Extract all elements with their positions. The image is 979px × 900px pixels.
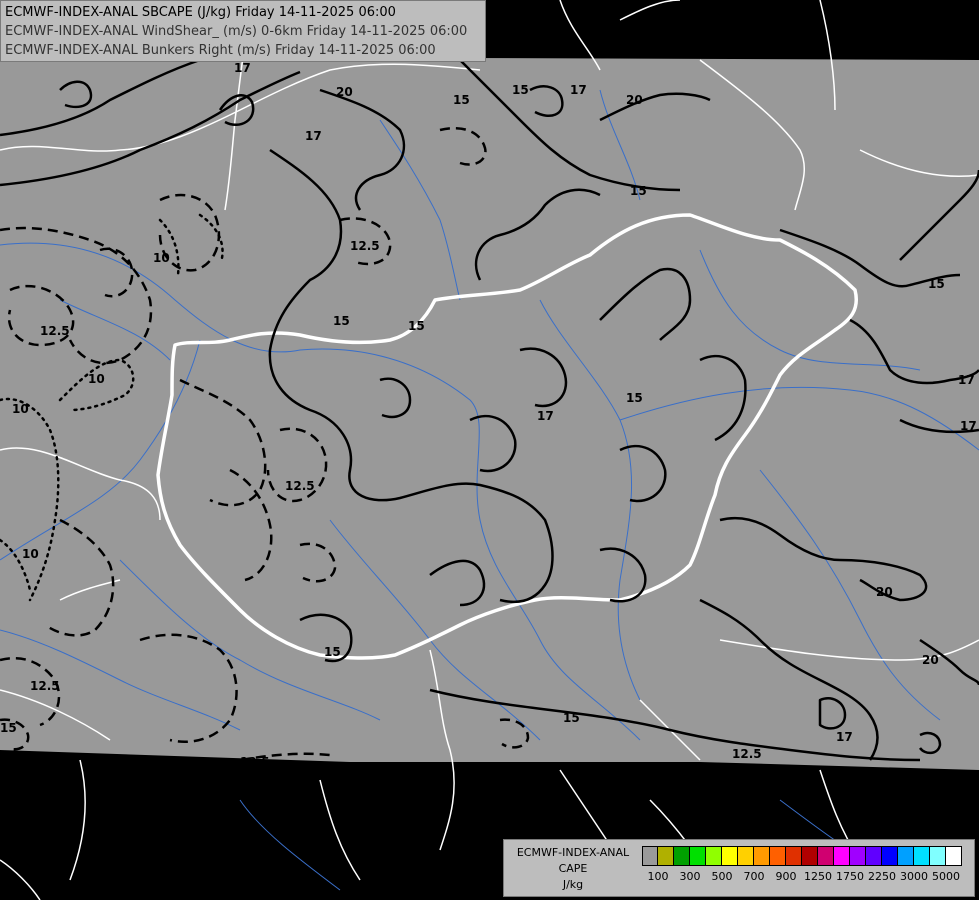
contour-label: 12.5 — [30, 679, 60, 693]
legend-tick: 700 — [743, 870, 765, 883]
legend-swatch — [898, 846, 914, 866]
contour-label: 12.5 — [732, 747, 762, 761]
legend-tick-labels: 100 300 500 700 900 1250 1750 2250 3000 … — [642, 870, 972, 886]
legend-caption-variable: CAPE — [558, 862, 588, 875]
legend-swatch — [802, 846, 818, 866]
legend-swatch — [690, 846, 706, 866]
legend-tick: 100 — [647, 870, 669, 883]
legend-tick: 900 — [775, 870, 797, 883]
legend-tick: 500 — [711, 870, 733, 883]
contour-label: 15 — [626, 391, 643, 405]
legend-swatch — [914, 846, 930, 866]
contour-label: 15 — [630, 184, 647, 198]
contour-label: 20 — [876, 585, 893, 599]
contour-label: 12.5 — [285, 479, 315, 493]
legend-swatch — [850, 846, 866, 866]
legend-swatch — [834, 846, 850, 866]
legend-swatch — [642, 846, 658, 866]
title-line-windshear: ECMWF-INDEX-ANAL WindShear_ (m/s) 0-6km … — [5, 24, 468, 39]
title-line-sbcape: ECMWF-INDEX-ANAL SBCAPE (J/kg) Friday 14… — [5, 5, 396, 20]
map-canvas: 17 20 15 17 15 15 17 15 15 20 17 20 15 1… — [0, 0, 979, 900]
legend-caption-unit: J/kg — [562, 878, 584, 891]
legend-swatch — [738, 846, 754, 866]
contour-label: 17 — [305, 129, 322, 143]
contour-label: 17 — [958, 373, 975, 387]
contour-label: 15 — [512, 83, 529, 97]
contour-label: 15 — [928, 277, 945, 291]
contour-label: 17 — [960, 419, 977, 433]
legend-color-scale — [642, 846, 962, 866]
legend-swatch — [706, 846, 722, 866]
contour-label: 17 — [570, 83, 587, 97]
contour-label: 10 — [153, 251, 170, 265]
contour-label: 10 — [88, 372, 105, 386]
contour-label: 12.5 — [350, 239, 380, 253]
title-line-bunkers: ECMWF-INDEX-ANAL Bunkers Right (m/s) Fri… — [5, 43, 436, 58]
legend-tick: 2250 — [868, 870, 896, 883]
contour-label: 15 — [333, 314, 350, 328]
legend-swatch — [866, 846, 882, 866]
forecast-domain — [0, 0, 979, 770]
contour-label: 15 — [563, 711, 580, 725]
contour-label: 17 — [537, 409, 554, 423]
contour-label: 15 — [408, 319, 425, 333]
legend-caption-model: ECMWF-INDEX-ANAL — [516, 846, 630, 859]
legend-swatch — [818, 846, 834, 866]
legend-tick: 1250 — [804, 870, 832, 883]
legend-swatch — [882, 846, 898, 866]
legend-swatch — [754, 846, 770, 866]
legend-swatch — [770, 846, 786, 866]
contour-label: 12.5 — [240, 755, 270, 769]
contour-label: 12.5 — [40, 324, 70, 338]
contour-label: 20 — [336, 85, 353, 99]
legend-swatch — [722, 846, 738, 866]
legend-swatch — [786, 846, 802, 866]
legend-swatch — [930, 846, 946, 866]
contour-label: 15 — [0, 721, 17, 735]
map-title-box: ECMWF-INDEX-ANAL SBCAPE (J/kg) Friday 14… — [0, 0, 486, 62]
contour-label: 15 — [324, 645, 341, 659]
contour-label: 20 — [626, 93, 643, 107]
legend-swatch — [658, 846, 674, 866]
legend-tick: 1750 — [836, 870, 864, 883]
legend-tick: 5000 — [932, 870, 960, 883]
contour-label: 20 — [922, 653, 939, 667]
legend-swatch — [674, 846, 690, 866]
contour-label: 15 — [453, 93, 470, 107]
legend-tick: 300 — [679, 870, 701, 883]
contour-label: 10 — [12, 402, 29, 416]
contour-label: 17 — [234, 61, 251, 75]
legend-tick: 3000 — [900, 870, 928, 883]
legend-caption: ECMWF-INDEX-ANAL CAPE J/kg — [508, 845, 638, 893]
cape-legend: ECMWF-INDEX-ANAL CAPE J/kg 100 300 500 7… — [503, 839, 975, 897]
contour-label: 10 — [22, 547, 39, 561]
legend-swatch — [946, 846, 962, 866]
contour-label: 17 — [836, 730, 853, 744]
